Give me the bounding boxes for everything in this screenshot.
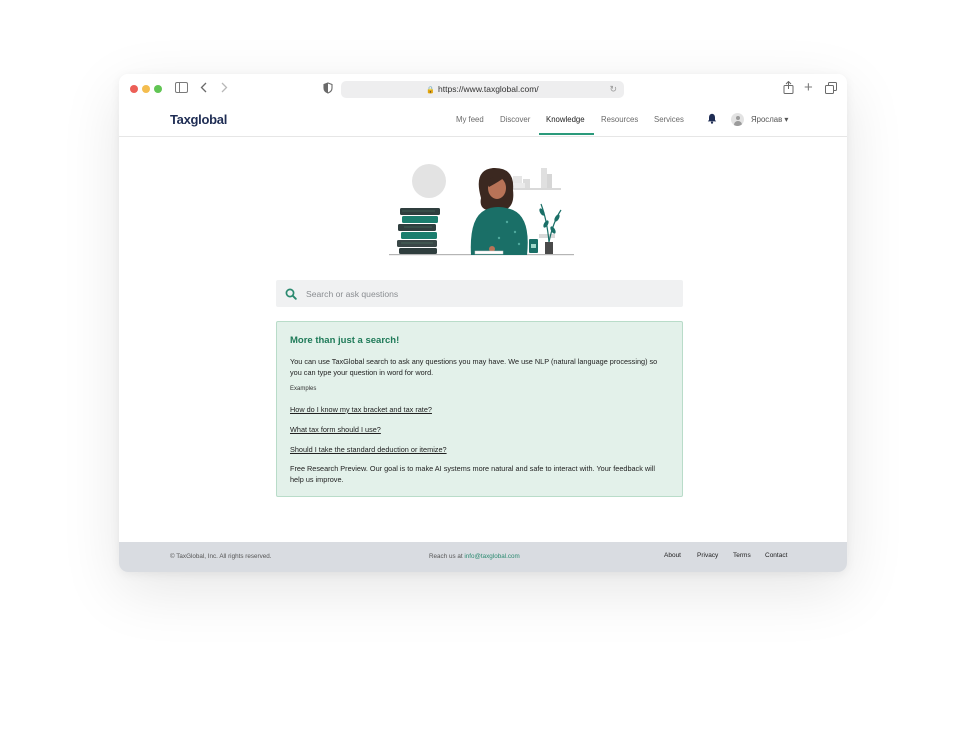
bell-icon[interactable] bbox=[707, 113, 717, 127]
minimize-window-button[interactable] bbox=[142, 85, 150, 93]
user-menu[interactable]: Ярослав ▾ bbox=[751, 115, 788, 124]
example-link[interactable]: How do I know my tax bracket and tax rat… bbox=[290, 405, 432, 414]
site-footer: © TaxGlobal, Inc. All rights reserved. R… bbox=[119, 542, 847, 572]
site-logo[interactable]: Taxglobal bbox=[170, 112, 227, 127]
nav-services[interactable]: Services bbox=[654, 115, 684, 124]
back-icon[interactable] bbox=[200, 82, 208, 96]
close-window-button[interactable] bbox=[130, 85, 138, 93]
info-description: You can use TaxGlobal search to ask any … bbox=[290, 357, 658, 377]
sidebar-icon[interactable] bbox=[175, 82, 188, 96]
examples-label: Examples bbox=[290, 386, 317, 392]
nav-resources[interactable]: Resources bbox=[601, 115, 638, 124]
woman-studying-illustration bbox=[389, 160, 579, 265]
nav-my-feed[interactable]: My feed bbox=[456, 115, 484, 124]
footer-link-contact[interactable]: Contact bbox=[765, 552, 787, 559]
search-box bbox=[276, 280, 683, 307]
avatar[interactable] bbox=[731, 113, 744, 126]
nav-knowledge[interactable]: Knowledge bbox=[546, 115, 585, 124]
tabs-icon[interactable] bbox=[825, 82, 837, 97]
active-tab-indicator bbox=[539, 133, 594, 135]
site-navbar: Taxglobal My feed Discover Knowledge Res… bbox=[119, 105, 847, 137]
reload-icon[interactable]: ↻ bbox=[609, 81, 617, 98]
example-link[interactable]: What tax form should I use? bbox=[290, 425, 381, 434]
share-icon[interactable] bbox=[783, 80, 794, 97]
email-link[interactable]: info@taxglobal.com bbox=[464, 553, 519, 560]
forward-icon[interactable] bbox=[220, 82, 228, 96]
nav-discover[interactable]: Discover bbox=[500, 115, 530, 124]
new-tab-icon[interactable]: + bbox=[804, 80, 813, 95]
address-bar[interactable]: 🔒 https://www.taxglobal.com/ ↻ bbox=[341, 81, 624, 98]
footer-link-privacy[interactable]: Privacy bbox=[697, 552, 718, 559]
copyright-text: © TaxGlobal, Inc. All rights reserved. bbox=[170, 553, 272, 560]
contact-text: Reach us at info@taxglobal.com bbox=[429, 553, 520, 560]
browser-titlebar: 🔒 https://www.taxglobal.com/ ↻ + bbox=[119, 74, 847, 105]
search-input[interactable] bbox=[306, 280, 666, 307]
reach-prefix: Reach us at bbox=[429, 553, 465, 560]
shield-icon[interactable] bbox=[323, 82, 333, 97]
info-panel: More than just a search! You can use Tax… bbox=[276, 321, 683, 497]
example-link[interactable]: Should I take the standard deduction or … bbox=[290, 445, 447, 454]
search-icon bbox=[285, 287, 297, 300]
maximize-window-button[interactable] bbox=[154, 85, 162, 93]
footer-link-about[interactable]: About bbox=[664, 552, 681, 559]
url-text: https://www.taxglobal.com/ bbox=[438, 84, 539, 94]
info-footer-note: Free Research Preview. Our goal is to ma… bbox=[290, 464, 656, 484]
lock-icon: 🔒 bbox=[426, 87, 436, 94]
info-title: More than just a search! bbox=[290, 335, 400, 346]
footer-link-terms[interactable]: Terms bbox=[733, 552, 751, 559]
browser-window: 🔒 https://www.taxglobal.com/ ↻ + Taxgloba… bbox=[119, 74, 847, 572]
